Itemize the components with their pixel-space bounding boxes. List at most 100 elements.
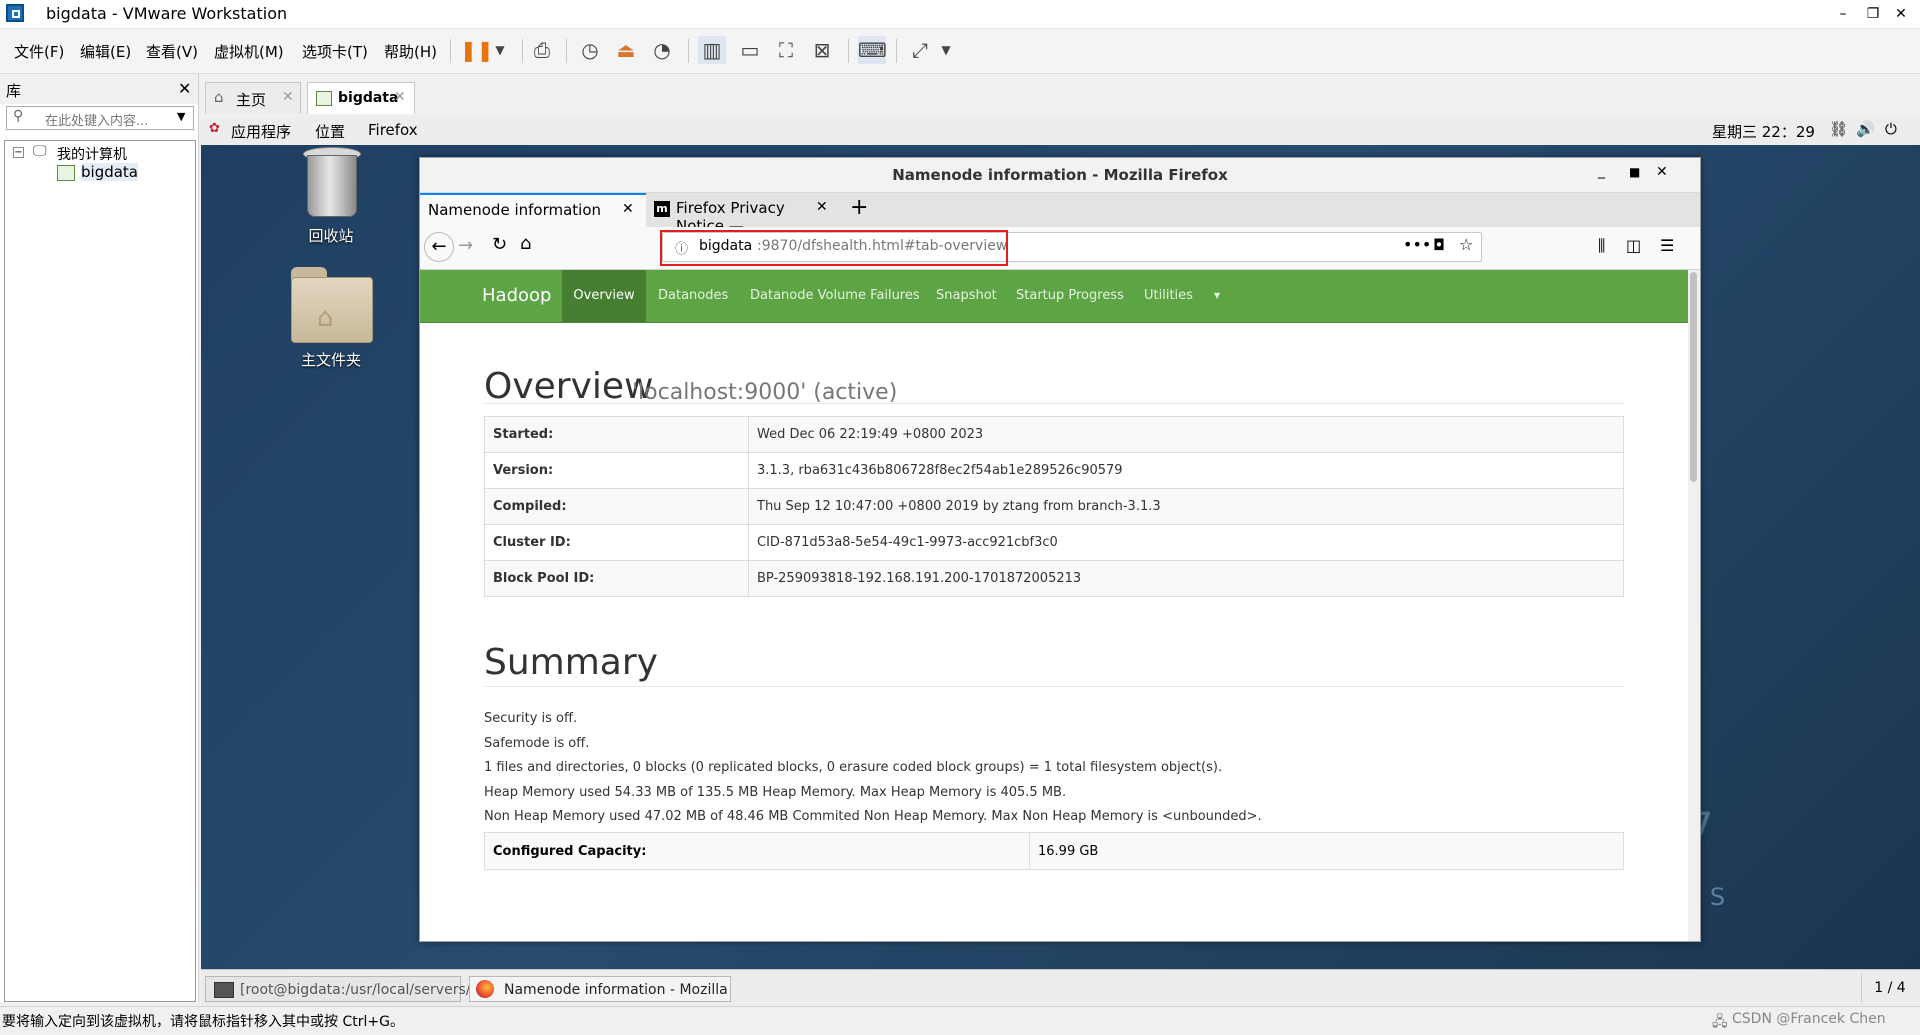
- close-tab-icon[interactable]: ✕: [816, 199, 828, 215]
- firefox-tab-strip: Namenode information ✕ m Firefox Privacy…: [420, 193, 1700, 235]
- ff-close-button[interactable]: ✕: [1656, 164, 1668, 180]
- ff-minimize-button[interactable]: _: [1598, 163, 1605, 179]
- tab-firefox-privacy-notice[interactable]: m Firefox Privacy Notice — ✕: [646, 193, 836, 235]
- close-library-icon[interactable]: ✕: [178, 79, 191, 98]
- hadoop-brand[interactable]: Hadoop: [482, 270, 551, 322]
- snapshot-icon[interactable]: ◷: [576, 36, 604, 64]
- stretch-icon[interactable]: ⤢: [906, 36, 934, 64]
- back-button[interactable]: ←: [424, 232, 454, 262]
- vm-icon: [57, 165, 75, 181]
- hadoop-navbar: Hadoop Overview Datanodes Datanode Volum…: [420, 270, 1688, 323]
- chevron-down-icon[interactable]: ▼: [177, 110, 185, 123]
- page-scrollbar[interactable]: [1688, 270, 1700, 941]
- tab-home[interactable]: ⌂ 主页 ✕: [205, 82, 301, 114]
- tree-bigdata-vm[interactable]: bigdata: [81, 163, 138, 181]
- nav-utilities[interactable]: Utilities: [1144, 270, 1193, 322]
- vm-tab-bar: ⌂ 主页 ✕ bigdata ✕: [201, 74, 1920, 116]
- trash-label: 回收站: [308, 227, 354, 245]
- tab-label: Namenode information: [428, 201, 602, 219]
- nav-startup-progress[interactable]: Startup Progress: [1016, 270, 1124, 322]
- trash-icon[interactable]: [301, 145, 361, 221]
- menu-tabs[interactable]: 选项卡(T): [302, 41, 368, 62]
- thumbnail-bar-icon[interactable]: ▭: [736, 36, 764, 64]
- nav-datanodes[interactable]: Datanodes: [658, 270, 728, 322]
- capacity-table: Configured Capacity: 16.99 GB: [484, 832, 1624, 870]
- guest-screen[interactable]: ✿ 应用程序 位置 Firefox 星期三 22：29 ⛓ 🔊 ⏻ 7 OS 回…: [201, 117, 1920, 969]
- workspace-indicator[interactable]: 1 / 4: [1861, 974, 1918, 1002]
- nav-datanode-volume-failures[interactable]: Datanode Volume Failures: [750, 270, 920, 322]
- menu-help[interactable]: 帮助(H): [384, 41, 437, 62]
- summary-line: Safemode is off.: [484, 736, 590, 751]
- nav-overview[interactable]: Overview: [562, 270, 646, 322]
- network-icon[interactable]: ⛓: [1829, 120, 1848, 138]
- power-icon[interactable]: ⏻: [1885, 120, 1897, 138]
- status-message: 要将输入定向到该虚拟机，请将鼠标指针移入其中或按 Ctrl+G。: [2, 1014, 404, 1030]
- tab-namenode-information[interactable]: Namenode information ✕: [420, 193, 646, 227]
- close-tab-icon[interactable]: ✕: [622, 201, 634, 217]
- pocket-icon[interactable]: ◘: [1433, 236, 1445, 254]
- close-tab-icon[interactable]: ✕: [282, 89, 294, 105]
- chevron-down-icon[interactable]: ▼: [486, 36, 514, 64]
- info-value: CID-871d53a8-5e54-49c1-9973-acc921cbf3c0: [748, 524, 1624, 561]
- page-actions-icon[interactable]: •••: [1403, 235, 1431, 254]
- close-window-button[interactable]: ✕: [1878, 0, 1920, 28]
- clock[interactable]: 星期三 22：29: [1712, 121, 1815, 142]
- firefox-menu[interactable]: Firefox: [368, 121, 418, 139]
- library-icon[interactable]: ⫼: [1598, 236, 1605, 256]
- nav-snapshot[interactable]: Snapshot: [936, 270, 997, 322]
- unity-icon[interactable]: ⊠: [808, 36, 836, 64]
- overview-info-table: Started: Wed Dec 06 22:19:49 +0800 2023 V…: [484, 416, 1624, 597]
- reload-button[interactable]: ↻: [492, 234, 507, 255]
- new-tab-button[interactable]: +: [850, 195, 868, 220]
- toolbar-separator: [522, 39, 523, 63]
- firefox-window: Namenode information - Mozilla Firefox _…: [419, 157, 1701, 942]
- library-panel: 库 ✕ ⚲ 在此处键入内容... ▼ − 🖵 我的计算机 bigdata: [0, 74, 199, 1002]
- home-button[interactable]: ⌂: [520, 233, 531, 254]
- send-keys-icon[interactable]: ⎙: [528, 36, 556, 64]
- bookmark-star-icon[interactable]: ☆: [1459, 235, 1473, 254]
- vmware-titlebar: bigdata - VMware Workstation – ❐ ✕: [0, 0, 1920, 29]
- info-key: Compiled:: [484, 488, 749, 525]
- collapse-icon[interactable]: −: [13, 147, 24, 158]
- applications-menu[interactable]: 应用程序: [231, 121, 291, 142]
- menu-view[interactable]: 查看(V): [146, 41, 198, 62]
- network-status-icon[interactable]: 🖧: [1712, 1011, 1728, 1035]
- taskbar-firefox[interactable]: Namenode information - Mozilla Fir···: [469, 976, 731, 1024]
- console-icon[interactable]: ⌨: [858, 36, 887, 64]
- home-folder-icon[interactable]: ⌂: [291, 267, 373, 343]
- forward-button[interactable]: →: [458, 235, 473, 256]
- firefox-icon: [476, 980, 494, 998]
- library-search-field[interactable]: ⚲ 在此处键入内容... ▼: [6, 106, 194, 130]
- search-icon: ⚲: [13, 108, 24, 124]
- chevron-down-icon[interactable]: ▼: [932, 36, 960, 64]
- divider: [484, 403, 1624, 404]
- menu-edit[interactable]: 编辑(E): [80, 41, 131, 62]
- menu-file[interactable]: 文件(F): [14, 41, 64, 62]
- volume-icon[interactable]: 🔊: [1856, 120, 1875, 138]
- revert-snapshot-icon[interactable]: ⏏: [612, 36, 640, 64]
- library-title: 库: [6, 82, 22, 100]
- table-row: Compiled: Thu Sep 12 10:47:00 +0800 2019 …: [484, 488, 1624, 525]
- library-view-icon[interactable]: ▥: [698, 36, 726, 64]
- sidebar-icon[interactable]: ◫: [1626, 236, 1641, 255]
- summary-line: 1 files and directories, 0 blocks (0 rep…: [484, 760, 1223, 775]
- pause-icon[interactable]: ❚❚: [460, 36, 494, 64]
- ff-maximize-button[interactable]: ■: [1629, 165, 1640, 179]
- taskbar-terminal[interactable]: [root@bigdata:/usr/local/servers/ha···: [205, 976, 501, 1002]
- places-menu[interactable]: 位置: [315, 121, 345, 142]
- tab-bigdata[interactable]: bigdata ✕: [307, 82, 415, 114]
- snapshot-manager-icon[interactable]: ◔: [648, 36, 676, 64]
- url-highlight-box: [660, 230, 1008, 266]
- scrollbar-thumb[interactable]: [1690, 272, 1697, 482]
- table-row: Configured Capacity: 16.99 GB: [484, 832, 1624, 870]
- menu-vm[interactable]: 虚拟机(M): [214, 41, 284, 62]
- toolbar-separator: [450, 39, 451, 63]
- tree-my-computer[interactable]: 我的计算机: [57, 144, 127, 164]
- info-key: Version:: [484, 452, 749, 489]
- full-screen-icon[interactable]: ⛶: [772, 36, 800, 64]
- hamburger-menu-icon[interactable]: ☰: [1660, 236, 1674, 255]
- chevron-down-icon[interactable]: ▼: [1214, 270, 1220, 322]
- table-row: Version: 3.1.3, rba631c436b806728f8ec2f54…: [484, 452, 1624, 489]
- summary-line: Non Heap Memory used 47.02 MB of 48.46 M…: [484, 809, 1262, 824]
- close-tab-icon[interactable]: ✕: [394, 89, 406, 105]
